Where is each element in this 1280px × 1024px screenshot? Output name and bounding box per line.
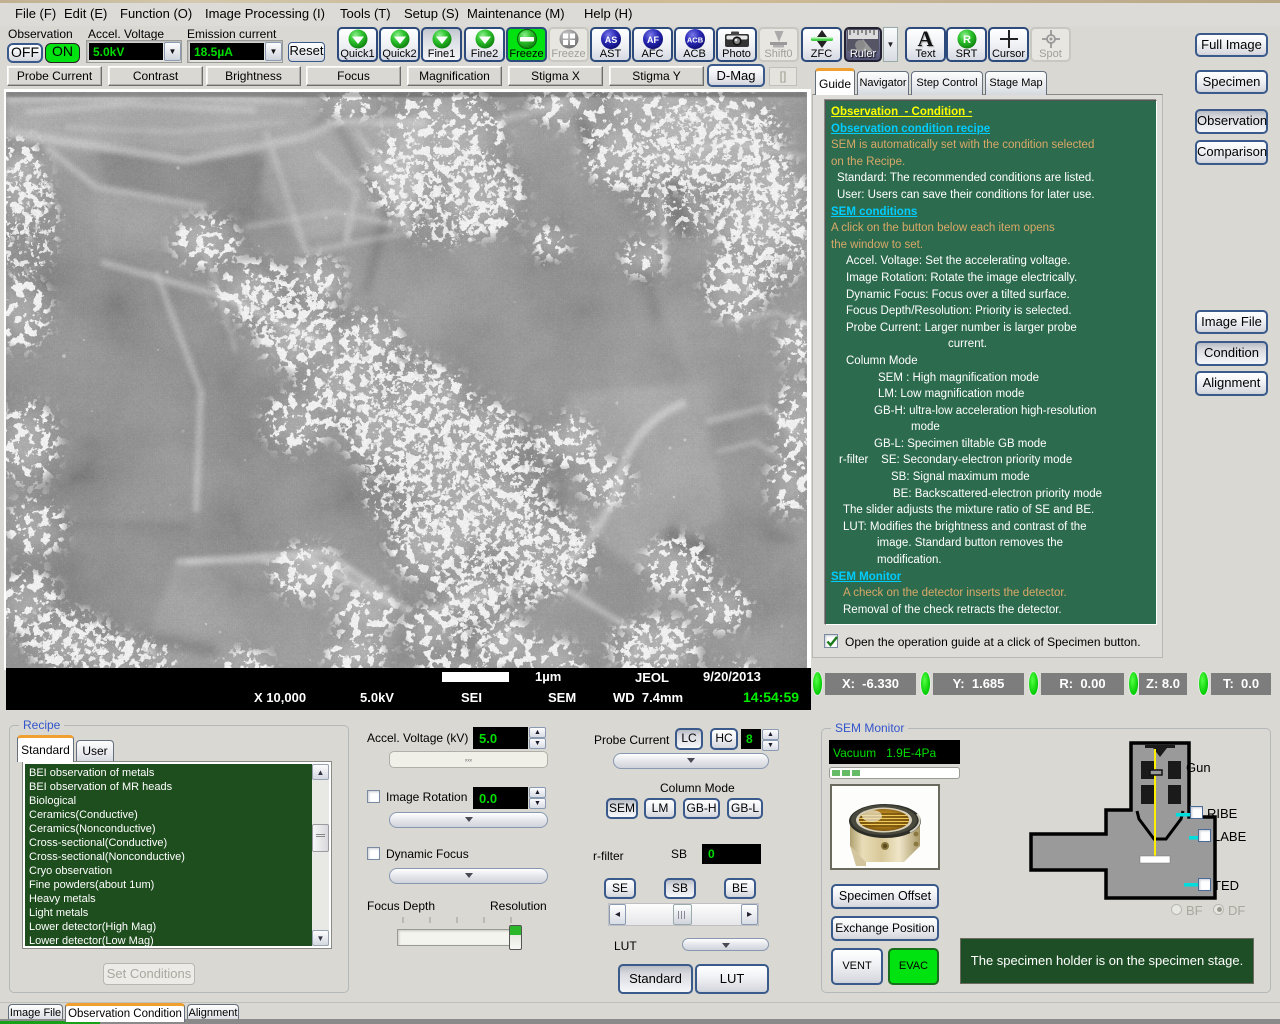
svg-text:AS: AS	[604, 35, 617, 45]
svg-text:R: R	[963, 34, 971, 46]
svg-text:AF: AF	[647, 35, 659, 45]
svg-text:ACB: ACB	[686, 36, 703, 45]
